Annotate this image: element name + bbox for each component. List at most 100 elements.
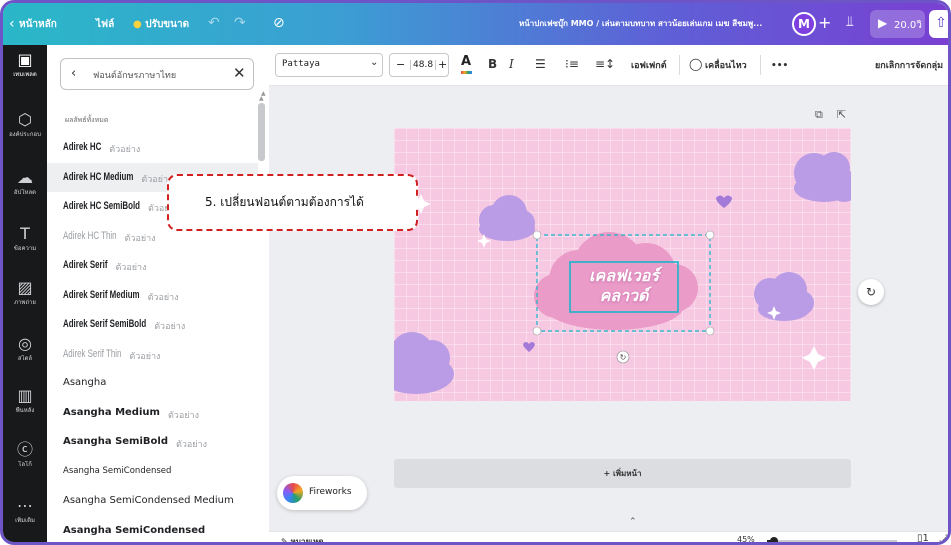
design-canvas[interactable]: ↻ เคลฟเวอร์ คลาวด์ (394, 128, 851, 401)
cloud-top-right[interactable] (794, 152, 851, 202)
font-list-item[interactable]: Asangha SemiCondensed (47, 517, 258, 543)
zoom-slider[interactable] (767, 537, 897, 542)
color-bar (461, 71, 472, 74)
design-title-line1: เคลฟเวอร์ (589, 266, 659, 285)
page-count-value: 1 (922, 533, 929, 544)
close-icon[interactable]: ✕ (233, 64, 246, 82)
font-list-item[interactable]: Asangha SemiBold ตัวอย่าง (47, 428, 258, 457)
font-search-input[interactable]: ‹ ฟอนต์อักษรภาษาไทย ✕ (60, 58, 254, 90)
present-button[interactable]: ▶ 20.0วิ (870, 10, 925, 38)
font-sample: ตัวอย่าง (167, 410, 199, 421)
results-label: ผลลัพธ์ทั้งหมด (65, 116, 109, 124)
home-link[interactable]: หน้าหลัก (19, 17, 57, 32)
rail-label: สไตล์ (17, 355, 33, 362)
notes-button[interactable]: ✎ หมายเหตุ (281, 535, 324, 545)
panel-scrollbar[interactable] (258, 103, 265, 161)
font-family-select[interactable]: Pattaya ⌄ (275, 53, 383, 77)
page-count[interactable]: ▯1 (917, 533, 929, 544)
rail-item-more[interactable]: ⋯ เพิ่มเติม (3, 497, 47, 525)
align-icon[interactable]: ☰ (535, 56, 546, 72)
cloud-top-left[interactable] (479, 195, 535, 241)
annotation-text: 5. เปลี่ยนฟอนต์ตามต้องการได้ (205, 195, 364, 209)
resize-menu[interactable]: ● ปรับขนาด (133, 17, 189, 32)
font-list-item[interactable]: Adirek HC ตัวอย่าง (47, 133, 258, 162)
rail-item-design[interactable]: ▣ เทมเพลต (3, 51, 47, 79)
elements-icon: ⬡ (18, 110, 32, 129)
panel-collapse-icon[interactable]: ▲ (261, 90, 266, 97)
share-icon[interactable]: ⇧ (929, 10, 948, 38)
font-name: Adirek Serif SemiBold (63, 318, 147, 330)
font-size-value[interactable]: 48.8 (410, 60, 437, 70)
design-title[interactable]: เคลฟเวอร์ คลาวด์ (570, 266, 678, 306)
rail-label: โลโก้ (18, 461, 32, 468)
font-list-item[interactable]: Adirek Serif ตัวอย่าง (47, 251, 258, 280)
zoom-slider-knob[interactable] (770, 537, 779, 542)
cloud-bottom-left[interactable] (394, 332, 454, 394)
spacing-icon[interactable]: ≡↕ (595, 56, 615, 72)
refresh-icon[interactable]: ↻ (858, 279, 884, 305)
text-color-button[interactable]: A (461, 54, 472, 74)
font-name: Adirek HC SemiBold (63, 200, 141, 212)
fireworks-label: Fireworks (309, 487, 352, 497)
font-list-item[interactable]: Adirek Serif SemiBold ตัวอย่าง (47, 310, 258, 339)
italic-button[interactable]: I (509, 56, 514, 72)
resize-label: ปรับขนาด (145, 19, 190, 30)
animate-button[interactable]: เคลื่อนไหว (705, 58, 747, 74)
font-name: Adirek Serif (63, 259, 108, 271)
crown-icon: ● (133, 19, 142, 30)
rail-item-background[interactable]: ▥ พื้นหลัง (3, 387, 47, 415)
duplicate-page-icon[interactable]: ⧉ (815, 108, 823, 121)
photos-icon: ▨ (17, 278, 33, 297)
ungroup-button[interactable]: ยกเลิกการจัดกลุ่ม (875, 58, 943, 74)
font-list-item[interactable]: Asangha SemiCondensed Medium (47, 487, 258, 516)
background-icon: ▥ (17, 386, 33, 405)
decrease-size-button[interactable]: − (396, 58, 405, 71)
chevron-up-icon[interactable]: ⌃ (629, 517, 637, 527)
avatar[interactable]: M (792, 12, 816, 36)
font-size-stepper[interactable]: − 48.8 + (389, 53, 449, 77)
font-list-item[interactable]: Adirek Serif Thin ตัวอย่าง (47, 340, 258, 369)
font-list-item[interactable]: Adirek Serif Medium ตัวอย่าง (47, 281, 258, 310)
insights-icon[interactable]: ⫫ (846, 14, 854, 30)
redo-icon[interactable]: ↷ (234, 14, 246, 32)
increase-size-button[interactable]: + (438, 58, 447, 71)
rail-item-uploads[interactable]: ☁ อัปโหลด (3, 169, 47, 197)
fireworks-button[interactable]: Fireworks (277, 476, 367, 510)
font-name: Adirek HC Thin (63, 229, 117, 242)
font-sample: ตัวอย่าง (129, 351, 161, 362)
undo-icon[interactable]: ↶ (208, 14, 220, 32)
font-name: Asangha SemiCondensed (63, 465, 172, 476)
bold-button[interactable]: B (488, 56, 497, 72)
document-title[interactable]: หน้าปกเฟซบุ๊ก MMO / เล่นตามบทบาท สาวน้อย… (519, 17, 787, 30)
annotation-pointer (415, 196, 425, 210)
add-page-icon[interactable]: ⇱ (837, 108, 846, 121)
rail-item-photos[interactable]: ▨ ภาพถ่าย (3, 279, 47, 307)
more-options-button[interactable]: ••• (771, 58, 788, 74)
font-sample: ตัวอย่าง (115, 263, 147, 273)
fullscreen-icon[interactable]: ⤢ (939, 532, 948, 542)
selection-handle (532, 230, 542, 240)
play-icon: ▶ (878, 16, 888, 30)
rail-label: เทมเพลต (13, 71, 37, 78)
rail-item-logos[interactable]: ⓒ โลโก้ (3, 441, 47, 469)
layout-icon: ▣ (17, 50, 33, 69)
notes-label: หมายเหตุ (290, 537, 324, 545)
cloud-mid-right[interactable] (754, 272, 814, 321)
cloud-saved-icon[interactable]: ⊘ (273, 14, 285, 32)
rail-item-styles[interactable]: ◎ สไตล์ (3, 335, 47, 363)
back-chevron-icon[interactable]: ‹ (9, 15, 15, 33)
list-icon[interactable]: ⁝≡ (565, 56, 579, 72)
rail-label: องค์ประกอบ (9, 131, 41, 138)
file-menu[interactable]: ไฟล์ (96, 17, 114, 32)
font-list-item[interactable]: Asangha SemiCondensed (47, 458, 258, 487)
effects-button[interactable]: เอฟเฟกต์ (631, 58, 667, 74)
back-chevron-icon[interactable]: ‹ (71, 66, 76, 81)
add-page-button[interactable]: + เพิ่มหน้า (394, 459, 851, 488)
annotation-callout: 5. เปลี่ยนฟอนต์ตามต้องการได้ (167, 174, 418, 231)
font-list-item[interactable]: Asangha Medium ตัวอย่าง (47, 399, 258, 428)
rail-item-elements[interactable]: ⬡ องค์ประกอบ (3, 111, 47, 139)
rail-item-text[interactable]: T ข้อความ (3, 225, 47, 253)
app-frame: ‹ หน้าหลัก ไฟล์ ● ปรับขนาด ↶ ↷ ⊘ หน้าปกเ… (0, 0, 951, 545)
add-collaborator-icon[interactable]: + (818, 13, 831, 32)
font-list-item[interactable]: Asangha (47, 369, 258, 398)
